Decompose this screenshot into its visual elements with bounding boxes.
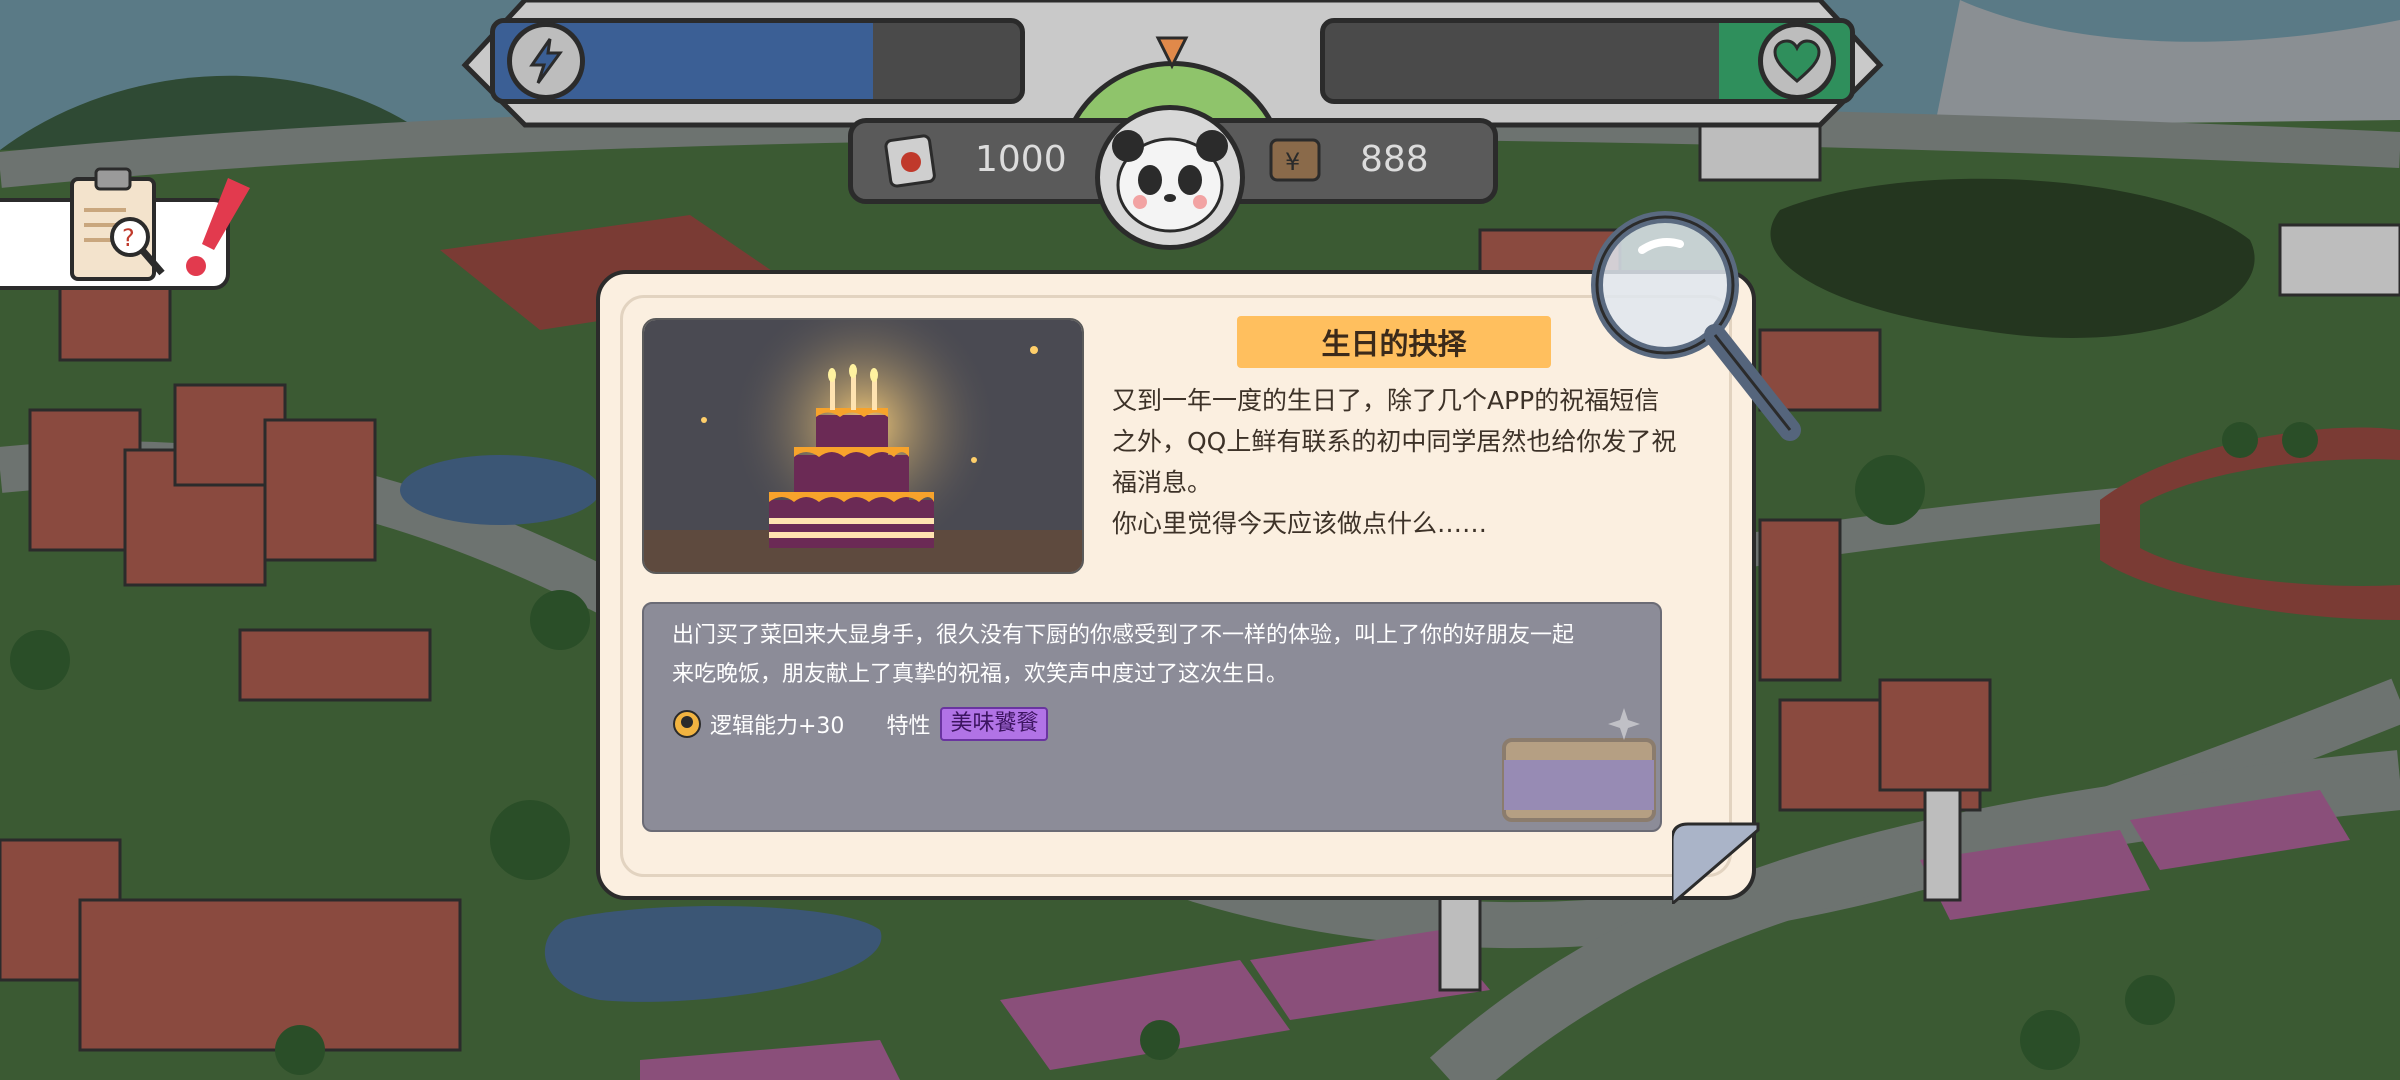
heart-icon: [1758, 22, 1836, 100]
birthday-cake-image: [642, 318, 1084, 574]
lightning-icon: [507, 22, 585, 100]
panda-avatar[interactable]: [1095, 105, 1245, 250]
event-title: 生日的抉择: [1237, 316, 1551, 368]
effect-text: 逻辑能力+30: [710, 714, 845, 739]
story-line: 福消息。: [1112, 468, 1213, 497]
result-line: 来吃晚饭，朋友献上了真挚的祝福，欢笑声中度过了这次生日。: [672, 662, 1289, 687]
exclamation-icon: [186, 178, 250, 276]
clipboard-search-icon[interactable]: ?: [66, 165, 176, 285]
svg-text:¥: ¥: [1285, 148, 1300, 176]
trait-badge: 美味饕餮: [940, 707, 1049, 741]
trait-label: 特性: [886, 714, 931, 739]
logic-ability-icon: [673, 710, 701, 738]
story-line: 你心里觉得今天应该做点什么……: [1112, 509, 1488, 538]
page-curl-corner[interactable]: [1672, 820, 1760, 904]
result-line: 出门买了菜回来大显身手，很久没有下厨的你感受到了不一样的体验，叫上了你的好朋友一…: [672, 623, 1575, 648]
treasure-chest-icon: [1502, 708, 1656, 822]
wallet-icon: ¥: [1269, 138, 1321, 182]
event-result-text: 出门买了菜回来大显身手，很久没有下厨的你感受到了不一样的体验，叫上了你的好朋友一…: [672, 616, 1652, 694]
svg-text:?: ?: [122, 224, 135, 252]
money-resource-value: 888: [1360, 139, 1429, 180]
scroll-resource-value: 1000: [975, 139, 1067, 180]
scroll-icon: [884, 134, 936, 188]
event-effects: 逻辑能力+30 特性 美味饕餮: [672, 706, 1049, 742]
magnifier-icon: [1591, 211, 1801, 441]
